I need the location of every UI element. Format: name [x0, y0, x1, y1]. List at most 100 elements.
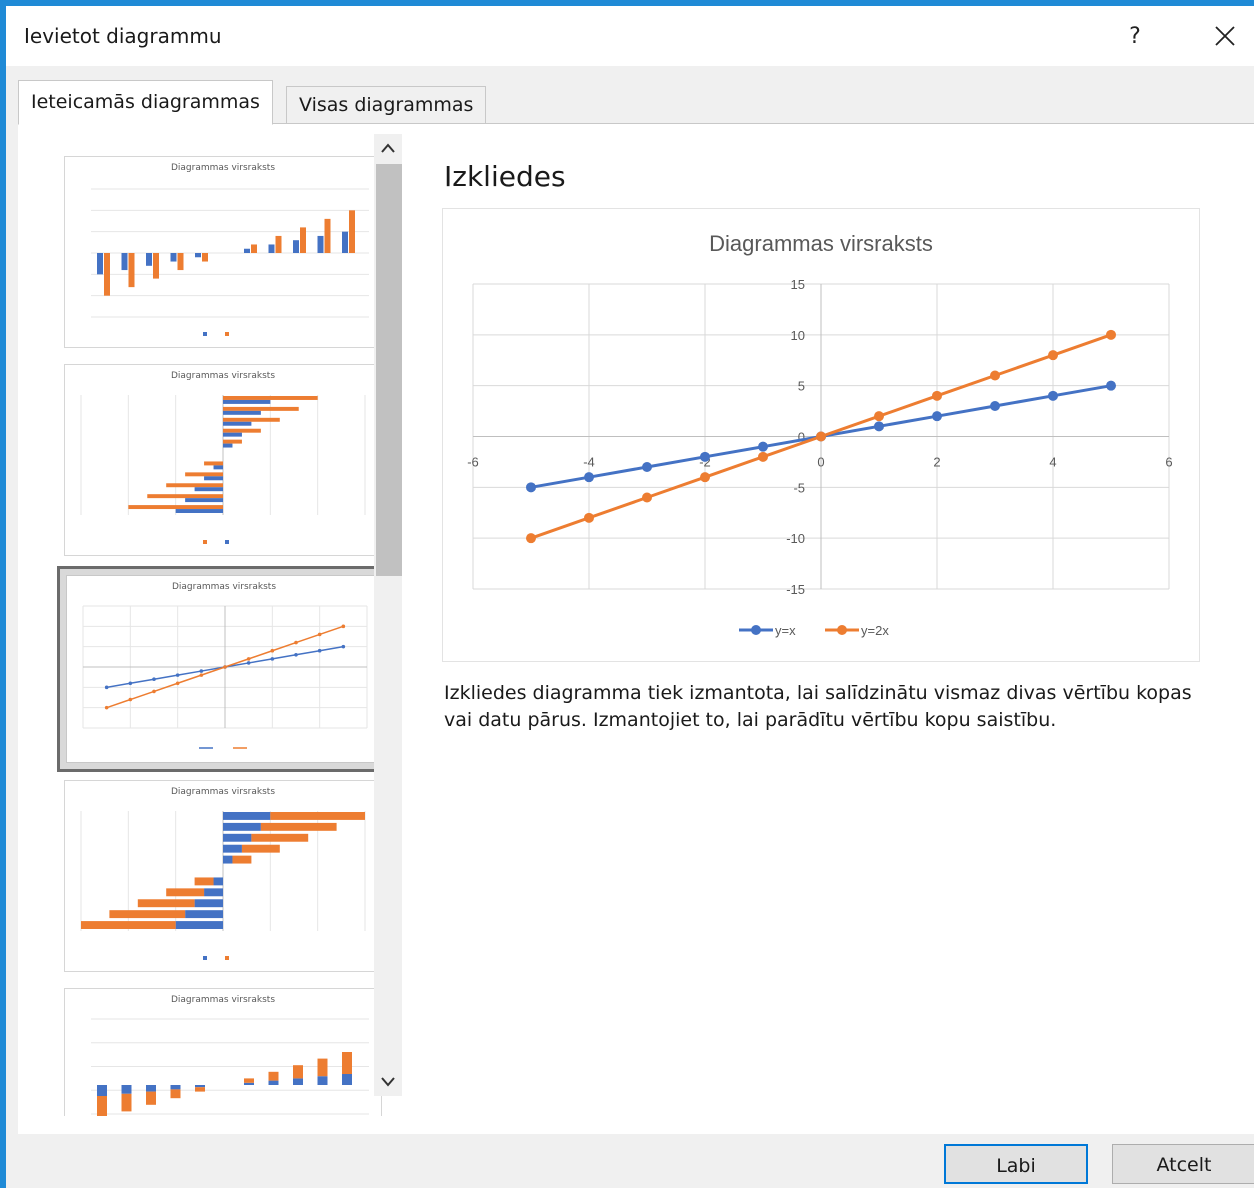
scroll-up-button[interactable]: [374, 134, 402, 162]
data-point: [874, 411, 884, 422]
chart-thumbnail-stacked-bar[interactable]: Diagrammas virsraksts: [64, 780, 382, 972]
thumbnail-canvas: Diagrammas virsraksts: [65, 157, 381, 347]
thumb-bar: [223, 833, 252, 842]
title-bar: Ievietot diagrammu ?: [6, 6, 1254, 66]
chart-thumbnail-stacked-column[interactable]: Diagrammas virsraksts: [64, 988, 382, 1116]
thumb-bar: [121, 253, 128, 271]
scroll-down-button[interactable]: [374, 1068, 402, 1096]
tab-all-charts[interactable]: Visas diagrammas: [286, 86, 487, 124]
ok-button[interactable]: Labi: [944, 1144, 1088, 1184]
chart-thumbnail-clustered-column[interactable]: Diagrammas virsraksts: [64, 156, 382, 348]
thumb-bar: [244, 1078, 254, 1083]
thumb-point: [317, 648, 322, 653]
chart-type-heading: Izkliedes: [444, 160, 566, 193]
legend-marker: [837, 625, 847, 635]
chart-thumbnail-scatter[interactable]: Diagrammas virsraksts: [57, 566, 391, 772]
thumb-bar: [293, 1065, 303, 1079]
close-button[interactable]: [1200, 14, 1250, 58]
thumb-point: [294, 640, 298, 645]
x-tick-label: 4: [1049, 455, 1056, 470]
thumb-bar: [104, 253, 110, 296]
x-tick-label: 6: [1165, 455, 1172, 470]
thumb-bar: [213, 465, 223, 470]
tab-recommended-charts[interactable]: Ieteicamās diagrammas: [18, 80, 273, 125]
thumb-legend-marker: [225, 540, 229, 544]
thumb-bar: [204, 888, 223, 897]
stacked-column-thumbnail-icon: [91, 1018, 369, 1116]
thumb-bar: [121, 1093, 132, 1112]
thumb-bar: [300, 227, 306, 253]
thumb-point: [246, 661, 251, 665]
thumb-bar: [175, 921, 223, 929]
thumb-bar: [97, 253, 103, 275]
help-button[interactable]: ?: [1110, 14, 1160, 58]
thumb-bar: [185, 498, 223, 503]
data-point: [990, 401, 1000, 411]
data-point: [932, 411, 942, 422]
thumb-bar: [195, 1087, 205, 1092]
x-tick-label: -6: [467, 455, 479, 470]
thumb-point: [175, 681, 180, 686]
thumb-bar: [223, 443, 233, 448]
thumb-bar: [223, 855, 233, 864]
scatter-thumbnail-icon: [82, 605, 368, 749]
thumb-legend-marker: [203, 332, 207, 336]
y-tick-label: 10: [791, 328, 805, 343]
cancel-button[interactable]: Atcelt: [1112, 1144, 1254, 1184]
thumb-bar: [97, 1085, 107, 1096]
y-tick-label: -10: [786, 531, 805, 546]
x-tick-label: 0: [817, 455, 824, 470]
data-point: [526, 482, 536, 493]
thumb-bar: [109, 910, 186, 919]
thumb-bar: [268, 244, 275, 253]
thumb-legend-marker: [203, 956, 207, 960]
thumbnail-canvas: Diagrammas virsraksts: [65, 365, 381, 555]
thumb-bar: [185, 472, 223, 477]
chart-list-scrollbar[interactable]: [374, 134, 402, 1096]
thumb-point: [199, 673, 204, 677]
data-point: [642, 462, 652, 472]
thumb-point: [341, 644, 346, 649]
thumb-point: [246, 657, 251, 661]
thumb-bar: [147, 494, 223, 499]
legend-marker: [751, 625, 761, 635]
thumb-bar: [128, 253, 135, 288]
scatter-chart: Diagrammas virsraksts -6 -4 -2 0 2 4 6151050-5…: [467, 231, 1172, 638]
thumb-bar: [293, 240, 299, 253]
thumb-bar: [177, 253, 184, 271]
x-tick-label: -4: [583, 455, 595, 470]
thumbnail-canvas: Diagrammas virsraksts: [66, 575, 382, 763]
data-point: [758, 441, 768, 452]
thumb-bar: [97, 1096, 107, 1116]
thumb-bar: [153, 253, 159, 279]
thumb-bar: [195, 253, 201, 258]
thumb-legend-marker: [225, 332, 229, 336]
thumb-bar: [170, 253, 177, 262]
thumb-bar: [175, 509, 223, 513]
dialog-title: Ievietot diagrammu: [24, 24, 222, 48]
thumb-bar: [324, 218, 331, 253]
thumb-bar: [194, 877, 214, 886]
legend-label: y=x: [775, 623, 796, 638]
data-point: [1106, 329, 1116, 340]
thumb-point: [341, 624, 346, 629]
chevron-down-icon: [381, 1077, 395, 1087]
thumb-bar: [268, 1071, 279, 1081]
thumb-point: [152, 689, 156, 694]
thumb-bar: [317, 1058, 328, 1077]
clustered-column-thumbnail-icon: [91, 188, 369, 336]
thumb-bar: [146, 1085, 156, 1092]
chart-thumbnail-clustered-bar[interactable]: Diagrammas virsraksts: [64, 364, 382, 556]
scrollbar-thumb[interactable]: [376, 164, 402, 576]
thumb-bar: [349, 210, 355, 253]
thumb-bar: [342, 1074, 352, 1085]
thumb-bar: [275, 235, 282, 253]
thumb-bar: [223, 421, 252, 426]
data-point: [526, 533, 536, 544]
thumbnail-canvas: Diagrammas virsraksts: [65, 781, 381, 971]
thumb-bar: [223, 812, 271, 820]
data-point: [932, 390, 942, 401]
data-point: [816, 431, 826, 442]
thumb-bar: [170, 1089, 181, 1099]
y-tick-label: -5: [793, 480, 805, 495]
